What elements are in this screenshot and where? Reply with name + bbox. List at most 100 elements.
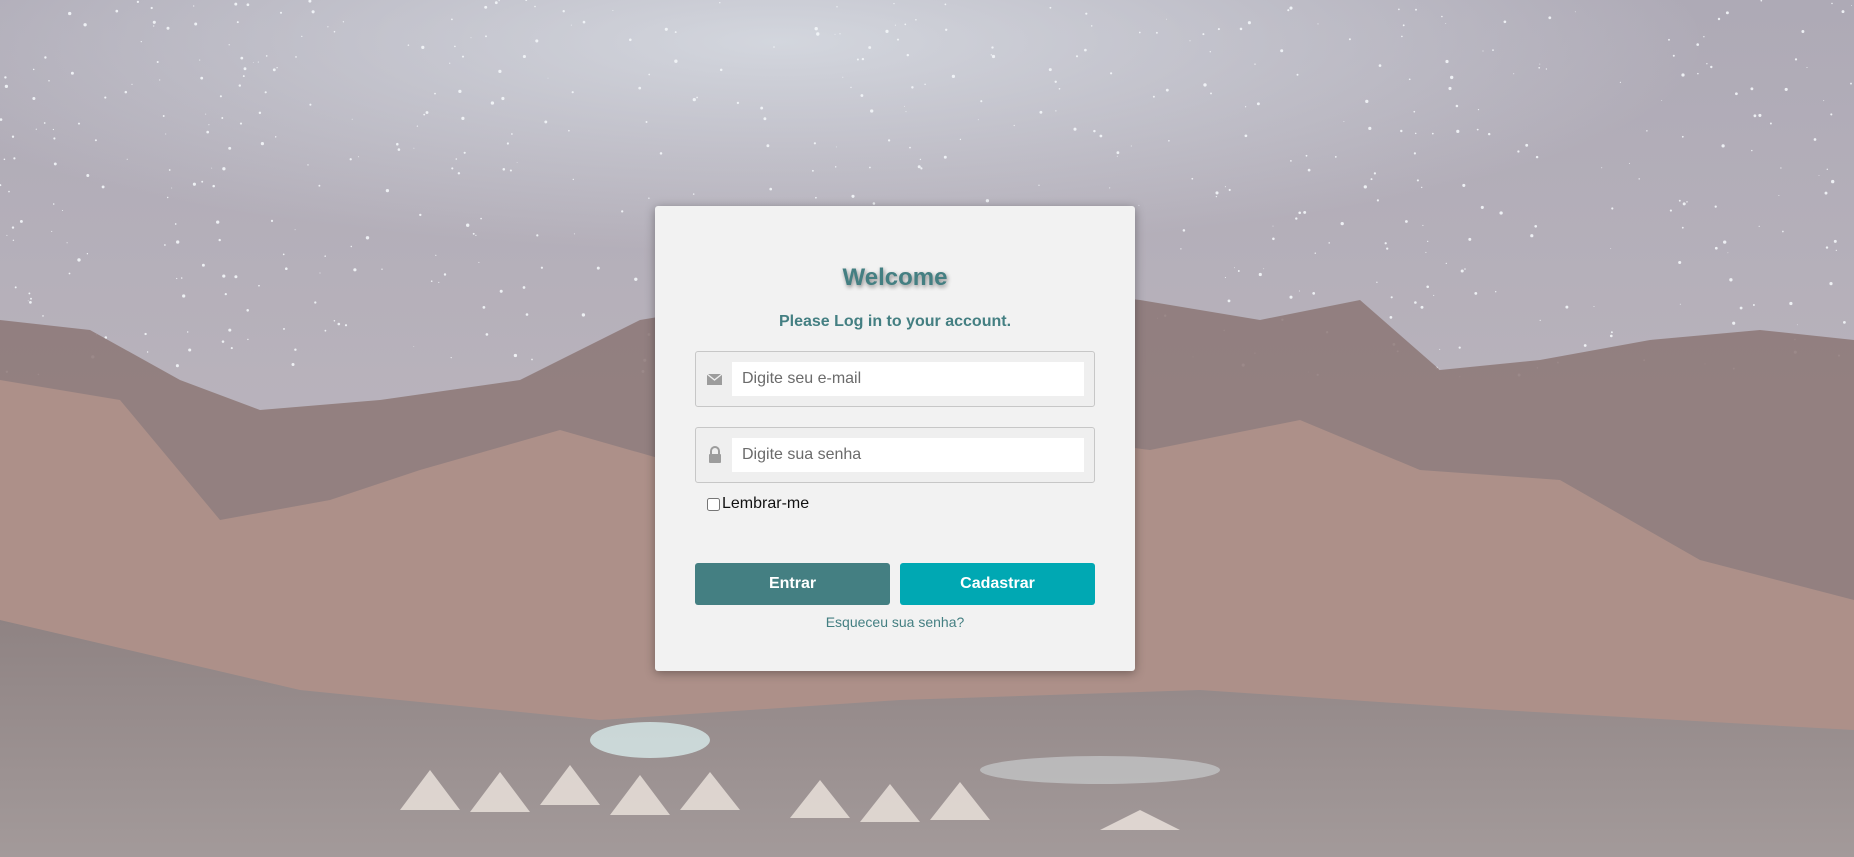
star	[1735, 92, 1738, 96]
star	[659, 152, 663, 155]
star	[1055, 110, 1057, 112]
star	[501, 96, 505, 101]
star	[1116, 151, 1120, 155]
star	[1413, 110, 1416, 113]
star	[193, 5, 195, 7]
star	[896, 38, 900, 41]
star	[1725, 11, 1729, 15]
star	[1794, 58, 1798, 61]
star	[490, 101, 495, 105]
star	[920, 167, 923, 170]
star	[1209, 51, 1211, 53]
star	[228, 44, 230, 46]
star	[176, 240, 180, 244]
login-button[interactable]: Entrar	[695, 563, 890, 605]
star	[451, 18, 453, 21]
star	[212, 184, 215, 188]
star	[1280, 49, 1284, 53]
star	[1414, 132, 1417, 135]
star	[258, 111, 262, 115]
star	[1298, 211, 1302, 215]
star	[1727, 252, 1729, 254]
star	[1365, 99, 1369, 104]
star	[1058, 87, 1061, 90]
password-input[interactable]	[732, 438, 1084, 472]
star	[1215, 191, 1219, 195]
star	[1422, 224, 1424, 226]
star	[324, 255, 326, 257]
star	[443, 273, 447, 276]
star	[562, 10, 565, 13]
star	[861, 57, 865, 61]
star	[773, 46, 775, 48]
star	[1224, 277, 1226, 279]
star	[1789, 301, 1793, 306]
star	[1801, 30, 1805, 33]
star	[944, 3, 947, 6]
star	[1445, 22, 1447, 24]
email-input[interactable]	[732, 362, 1084, 396]
star	[454, 45, 456, 48]
star	[842, 76, 844, 78]
star	[572, 178, 574, 181]
star	[763, 117, 767, 121]
star	[1408, 78, 1411, 81]
star	[53, 162, 57, 166]
star	[274, 136, 277, 138]
star	[516, 162, 518, 164]
star	[1706, 63, 1708, 65]
star	[349, 158, 352, 161]
star	[1191, 177, 1194, 180]
star	[1182, 229, 1186, 232]
star	[1165, 88, 1169, 92]
login-card: Welcome Please Log in to your account. L…	[655, 206, 1135, 671]
star	[1482, 50, 1484, 52]
star	[11, 226, 15, 229]
star	[1389, 316, 1393, 319]
star	[1503, 20, 1507, 24]
star	[1317, 23, 1319, 25]
star	[1085, 12, 1088, 15]
star	[159, 79, 161, 81]
star	[171, 187, 173, 189]
lock-icon	[709, 446, 721, 463]
star	[1305, 154, 1308, 157]
star	[126, 158, 128, 160]
star	[32, 68, 35, 71]
star	[980, 100, 983, 103]
forgot-password-link[interactable]: Esqueceu sua senha?	[655, 614, 1135, 630]
star	[522, 54, 526, 59]
star	[905, 111, 907, 113]
star	[1668, 38, 1670, 41]
register-button[interactable]: Cadastrar	[900, 563, 1095, 605]
star	[1289, 6, 1293, 10]
star	[909, 146, 911, 149]
star	[692, 97, 696, 102]
star	[230, 347, 233, 350]
star	[1368, 126, 1372, 131]
star	[813, 142, 817, 145]
star	[206, 130, 210, 134]
star	[276, 67, 278, 69]
star	[200, 76, 204, 80]
star	[1109, 187, 1111, 189]
star	[835, 146, 837, 148]
star	[1831, 179, 1835, 184]
star	[1343, 121, 1345, 123]
star	[502, 168, 506, 171]
star	[1425, 251, 1427, 253]
star	[28, 292, 31, 295]
remember-me[interactable]: Lembrar-me	[707, 494, 809, 514]
star	[1348, 38, 1351, 41]
star	[150, 6, 153, 10]
star	[52, 128, 55, 131]
remember-checkbox[interactable]	[707, 497, 720, 511]
star	[228, 328, 232, 332]
star	[284, 267, 288, 271]
star	[291, 363, 295, 366]
star	[1752, 304, 1755, 306]
star	[1678, 199, 1681, 202]
star	[638, 86, 642, 90]
star	[265, 55, 268, 57]
star	[919, 158, 922, 161]
